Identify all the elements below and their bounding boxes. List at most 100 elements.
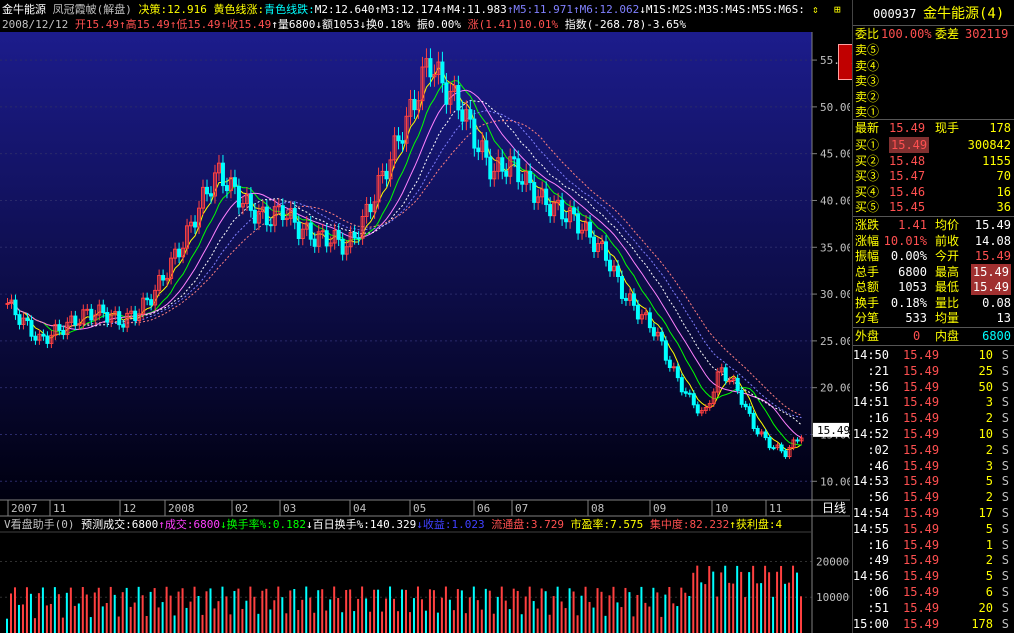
volume-bar (752, 565, 755, 633)
volume-bar (672, 603, 675, 633)
candle-body (5, 302, 10, 305)
volume-tick-label: 100000 (816, 591, 850, 604)
volume-bar (548, 614, 551, 633)
volume-bar (648, 606, 651, 633)
tick-price: 15.49 (903, 442, 940, 457)
volume-bar (105, 603, 108, 633)
subhdr-seg-8: 集中度:82.232 (643, 518, 730, 531)
tick-flag: S (1001, 348, 1009, 362)
tick-row: :46 15.49 3 S (853, 458, 1014, 474)
candle-body (61, 329, 66, 336)
hdr2-seg-10: 指数(-268.78)-3.65% (558, 18, 687, 31)
candle-body (512, 156, 517, 160)
volume-bar (664, 594, 667, 633)
candle-body (101, 304, 106, 313)
x-tick-label: 11 (53, 502, 66, 515)
volume-bar (464, 613, 467, 633)
candle-body (619, 276, 624, 299)
volume-bar (516, 590, 519, 633)
stat-label: 均价 (935, 218, 960, 232)
volume-bar (385, 598, 388, 633)
stat-label: 总额 (855, 280, 880, 294)
volume-bar (209, 588, 212, 633)
volume-bar (444, 586, 447, 633)
stat-value: 15.49 (970, 263, 1011, 280)
volume-bar (660, 616, 663, 633)
kline-chart[interactable]: 55.0050.0045.0040.0035.0030.0025.0020.00… (0, 0, 850, 633)
buy-price: 15.45 (889, 200, 926, 214)
candle-body (400, 140, 405, 144)
volume-bar (265, 588, 268, 633)
tick-price: 15.49 (903, 411, 940, 426)
volume-bar (644, 602, 647, 633)
panel-toggle-icon[interactable]: ⊞ (834, 2, 841, 17)
volume-tick-label: 200000 (816, 555, 850, 568)
volume-bar (520, 614, 523, 633)
volume-bar (452, 610, 455, 633)
candle-body (488, 156, 493, 180)
x-tick-label: 03 (283, 502, 296, 515)
tick-volume: 3 (985, 395, 993, 410)
tick-row: 14:55 15.49 5 S (853, 521, 1014, 537)
hdr2-seg-8: 振0.00% (410, 18, 461, 31)
tick-time: :56 (867, 379, 889, 394)
volume-bar (476, 600, 479, 633)
candle-body (727, 380, 732, 383)
tick-flag: S (1001, 442, 1009, 457)
volume-bar (213, 608, 216, 633)
stat-row: 分笔 533 均量 13 (853, 310, 1014, 326)
tick-time: 14:52 (852, 427, 889, 441)
period-label[interactable]: 日线 (822, 501, 846, 515)
candle-body (193, 221, 198, 228)
tick-price: 15.49 (903, 458, 940, 473)
volume-bar (161, 602, 164, 633)
volume-bar (636, 594, 639, 633)
buy-price: 15.48 (889, 153, 926, 168)
candle-body (460, 109, 465, 122)
volume-bar (692, 572, 695, 633)
volume-bar (724, 565, 727, 633)
candle-body (356, 237, 361, 240)
y-tick-label: 25.00 (820, 335, 850, 348)
tick-flag: S (1001, 379, 1009, 394)
subhdr-seg-9: ↑获利盘:4 (729, 518, 783, 531)
volume-bar (744, 597, 747, 633)
hdr2-seg-2: ↑高15.49 (118, 18, 170, 31)
subhdr-seg-5: ↓收益:1.023 (416, 518, 485, 531)
volume-bar (492, 613, 495, 633)
volume-bar (584, 586, 587, 633)
candle-body (472, 118, 477, 149)
volume-bar (305, 586, 308, 633)
volume-bar (157, 607, 160, 633)
hdr1-seg-0: 金牛能源 (2, 3, 46, 16)
volume-bar (257, 613, 260, 633)
tick-row: :56 15.49 2 S (853, 489, 1014, 505)
stock-title: 000937 金牛能源(4) (873, 6, 1005, 22)
volume-bar (341, 612, 344, 633)
tick-volume: 2 (985, 553, 993, 568)
indicator-header: 金牛能源 凤冠霞帔(解盘) 决策:12.916 黄色线涨:青色线跌:M2:12.… (0, 0, 850, 32)
subhdr-seg-2: ↑成交:6800 (158, 518, 220, 531)
scroll-lock-icon[interactable]: ⇕ (812, 2, 819, 17)
kline-chart-area[interactable]: 55.00 50.00 45.00 40.00 35.00 30.00 25.00 20.00… (0, 0, 874, 633)
stat-value: 15.49 (974, 218, 1011, 232)
candle-body (544, 188, 549, 206)
y-tick-label: 50.00 (820, 101, 850, 114)
candle-body (520, 181, 525, 185)
tick-row: 15:00 15.49 178 S (853, 616, 1014, 632)
tick-volume: 17 (978, 506, 993, 520)
volume-bar (281, 597, 284, 633)
sell-row: 卖⑤ (853, 42, 1014, 58)
volume-bar (712, 571, 715, 633)
buy-row: 买① 15.49 300842 (853, 137, 1014, 153)
candle-body (456, 84, 461, 111)
volume-bar (568, 588, 571, 633)
tick-flag: S (1001, 569, 1009, 584)
volume-bar (237, 588, 240, 633)
volume-bar (229, 614, 232, 633)
volume-bar (652, 587, 655, 633)
volume-bar (285, 613, 288, 633)
tick-flag: S (1001, 537, 1009, 552)
hdr1-seg-3: 黄色线涨: (206, 3, 265, 16)
tick-price: 15.49 (903, 348, 940, 362)
